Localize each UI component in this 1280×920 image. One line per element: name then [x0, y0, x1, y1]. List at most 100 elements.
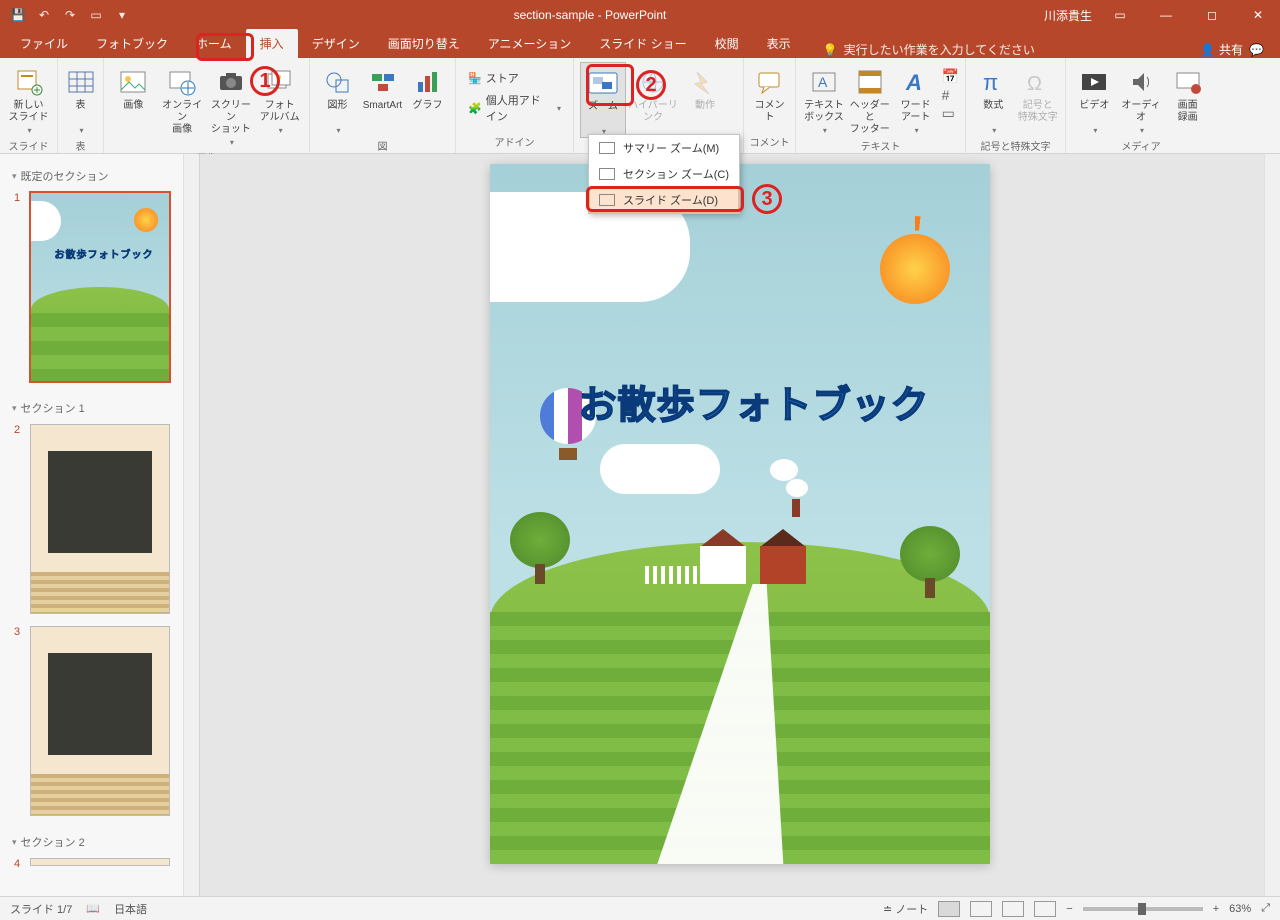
normal-view-icon[interactable]: [938, 901, 960, 917]
thumb-1[interactable]: 1 お散歩フォトブック: [14, 192, 191, 382]
new-slide-icon: [13, 66, 45, 98]
sorter-view-icon[interactable]: [970, 901, 992, 917]
photo-album-button[interactable]: フォト アルバム▾: [256, 62, 303, 136]
shapes-icon: [322, 66, 354, 98]
zoom-value[interactable]: 63%: [1229, 903, 1251, 915]
chart-button[interactable]: グラフ: [406, 62, 449, 124]
chevron-down-icon: ▾: [336, 126, 340, 136]
redo-icon[interactable]: ↷: [60, 5, 80, 25]
section-2[interactable]: セクション 2: [8, 828, 191, 854]
slide-zoom-item[interactable]: スライド ズーム(D): [589, 187, 739, 213]
textbox-icon: A: [808, 66, 840, 98]
tab-home[interactable]: ホーム: [182, 29, 246, 58]
summary-zoom-item[interactable]: サマリー ズーム(M): [589, 135, 739, 161]
smartart-button[interactable]: SmartArt: [361, 62, 404, 124]
video-button[interactable]: ビデオ▾: [1072, 62, 1117, 136]
comment-button[interactable]: コメント: [750, 62, 789, 124]
object-icon[interactable]: ▭: [942, 105, 959, 122]
pictures-button[interactable]: 画像: [110, 62, 157, 124]
chart-label: グラフ: [413, 100, 443, 124]
section-zoom-item[interactable]: セクション ズーム(C): [589, 161, 739, 187]
maximize-icon[interactable]: ◻: [1194, 0, 1230, 30]
table-button[interactable]: 表▾: [64, 62, 97, 136]
slide-indicator[interactable]: スライド 1/7: [10, 901, 72, 917]
slide-scrollbar[interactable]: [1264, 154, 1280, 896]
thumb-4[interactable]: 4: [14, 858, 191, 870]
equation-button[interactable]: π数式▾: [972, 62, 1015, 136]
thumb-2[interactable]: 2: [14, 424, 191, 614]
screenrec-label: 画面 録画: [1178, 100, 1198, 124]
store-icon: 🏪: [468, 72, 482, 85]
close-icon[interactable]: ✕: [1240, 0, 1276, 30]
status-bar: スライド 1/7 📖 日本語 ≐ ノート − + 63% ⤢: [0, 896, 1280, 920]
tab-review[interactable]: 校閲: [701, 29, 753, 58]
screen-recording-button[interactable]: 画面 録画: [1165, 62, 1210, 124]
slide-number-icon[interactable]: #: [942, 87, 959, 103]
hyperlink-button[interactable]: ハイパーリンク: [628, 62, 678, 124]
undo-icon[interactable]: ↶: [34, 5, 54, 25]
user-name[interactable]: 川添貴生: [1044, 0, 1092, 30]
slideshow-view-icon[interactable]: [1034, 901, 1056, 917]
tab-insert[interactable]: 挿入: [246, 29, 298, 58]
qat-more-icon[interactable]: ▾: [112, 5, 132, 25]
thumb-1-num: 1: [14, 192, 24, 382]
textbox-button[interactable]: A テキスト ボックス ▾: [802, 62, 846, 136]
tab-slideshow[interactable]: スライド ショー: [585, 29, 700, 58]
video-icon: [1078, 66, 1110, 98]
section-default[interactable]: 既定のセクション: [8, 162, 191, 188]
action-button[interactable]: 動作: [680, 62, 730, 124]
date-time-icon[interactable]: 📅: [942, 68, 959, 85]
new-slide-button[interactable]: 新しい スライド▾: [6, 62, 51, 136]
zoom-in-icon[interactable]: +: [1213, 903, 1219, 915]
online-pictures-button[interactable]: オンライン 画像: [159, 62, 206, 136]
minimize-icon[interactable]: —: [1148, 0, 1184, 30]
chevron-down-icon: ▾: [823, 126, 827, 136]
thumb-list: 既定のセクション 1 お散歩フォトブック セクション 1 2 3 セクション 2: [0, 154, 199, 890]
tab-photobook[interactable]: フォトブック: [82, 29, 182, 58]
group-comments-label: コメント: [744, 132, 795, 153]
header-footer-button[interactable]: ヘッダーと フッター: [848, 62, 892, 136]
notes-button[interactable]: ≐ ノート: [883, 901, 928, 917]
addin-icon: 🧩: [468, 102, 482, 115]
tell-me[interactable]: 💡 実行したい作業を入力してください: [805, 41, 1190, 58]
slide-canvas[interactable]: お散歩フォトブック: [490, 164, 990, 864]
thumb-3[interactable]: 3: [14, 626, 191, 816]
wordart-button[interactable]: Aワード アート▾: [894, 62, 938, 136]
thumb-3-num: 3: [14, 626, 24, 816]
tab-file[interactable]: ファイル: [6, 29, 82, 58]
screenshot-button[interactable]: スクリーン ショット▾: [208, 62, 255, 148]
my-addins-button[interactable]: 🧩個人用アドイン▾: [462, 90, 567, 126]
shapes-button[interactable]: 図形▾: [316, 62, 359, 136]
zoom-slider[interactable]: [1083, 907, 1203, 911]
spellcheck-icon[interactable]: 📖: [86, 902, 100, 915]
slide-title[interactable]: お散歩フォトブック: [579, 374, 930, 429]
store-button[interactable]: 🏪ストア: [462, 68, 567, 88]
reading-view-icon[interactable]: [1002, 901, 1024, 917]
equation-icon: π: [977, 66, 1009, 98]
save-icon[interactable]: 💾: [8, 5, 28, 25]
svg-text:A: A: [905, 70, 922, 95]
audio-button[interactable]: オーディオ▾: [1119, 62, 1164, 136]
symbol-button[interactable]: Ω記号と 特殊文字: [1017, 62, 1060, 124]
ribbon-display-icon[interactable]: ▭: [1102, 0, 1138, 30]
tab-view[interactable]: 表示: [753, 29, 805, 58]
video-label: ビデオ: [1079, 100, 1109, 124]
textbox-label: テキスト ボックス: [804, 100, 844, 124]
svg-text:A: A: [818, 74, 828, 90]
svg-text:π: π: [983, 70, 998, 95]
tab-animations[interactable]: アニメーション: [474, 29, 586, 58]
share-button[interactable]: 👤共有: [1200, 41, 1243, 58]
start-from-beginning-icon[interactable]: ▭: [86, 5, 106, 25]
language-indicator[interactable]: 日本語: [114, 901, 147, 917]
fit-window-icon[interactable]: ⤢: [1261, 902, 1270, 915]
tab-transitions[interactable]: 画面切り替え: [374, 29, 474, 58]
comments-pane-icon[interactable]: 💬: [1249, 43, 1264, 57]
screenshot-label: スクリーン ショット: [208, 100, 255, 136]
slide-zoom-icon: [599, 194, 615, 206]
section-1[interactable]: セクション 1: [8, 394, 191, 420]
thumb-scrollbar[interactable]: [183, 154, 199, 896]
tab-design[interactable]: デザイン: [298, 29, 374, 58]
chevron-down-icon: ▾: [557, 104, 561, 113]
zoom-out-icon[interactable]: −: [1066, 903, 1072, 915]
zoom-button[interactable]: ズーム▾: [580, 62, 626, 138]
